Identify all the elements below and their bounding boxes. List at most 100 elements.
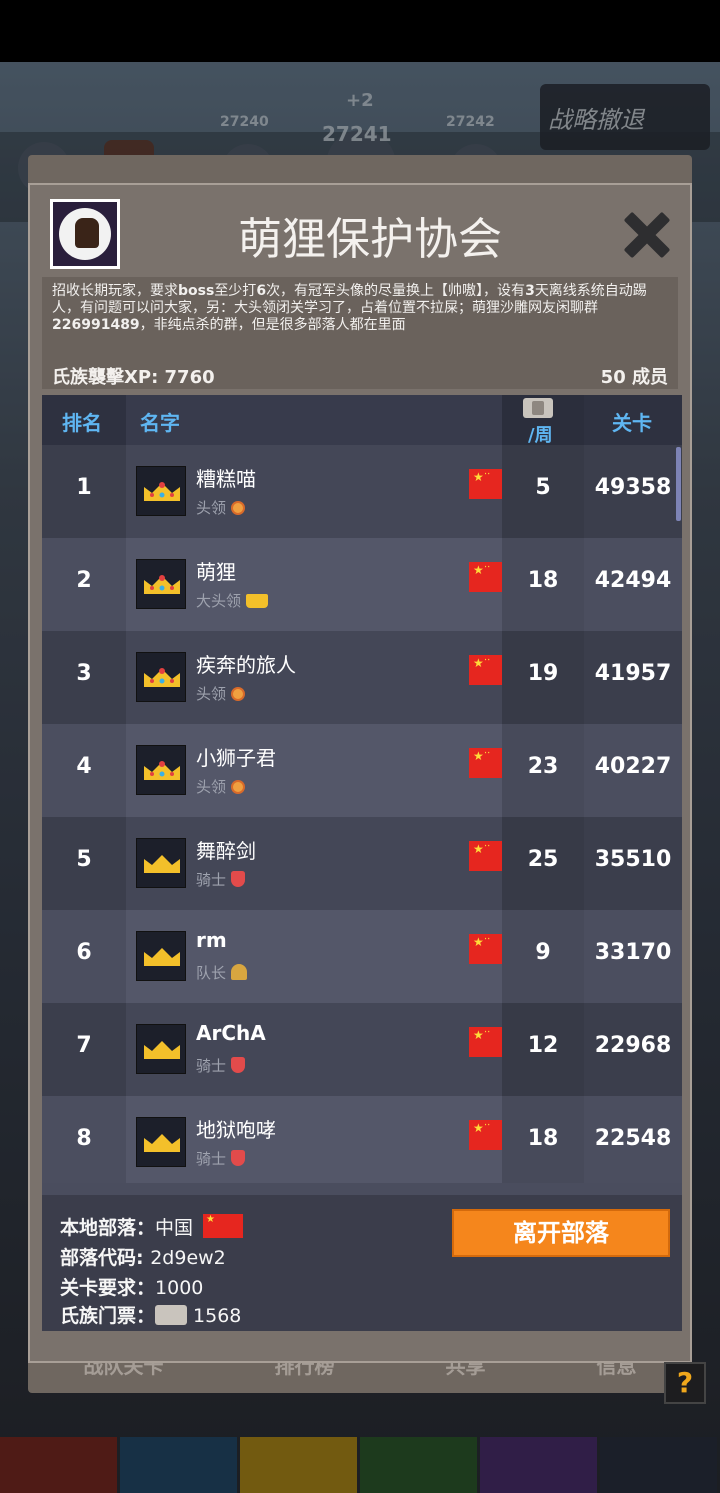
weekly-tickets: 9 (535, 940, 551, 965)
header-week[interactable]: /周 (528, 421, 553, 447)
role-badge-icon (246, 594, 269, 608)
clan-dialog: 萌狸保护协会 招收长期玩家，要求boss至少打6次，有冠军头像的尽量换上【帅嗷】… (28, 183, 692, 1363)
player-avatar (136, 466, 186, 516)
close-icon[interactable] (622, 209, 672, 259)
player-role: 头领 (196, 683, 246, 704)
weekly-tickets: 25 (527, 847, 559, 872)
role-badge-icon (231, 964, 248, 980)
player-avatar (136, 1024, 186, 1074)
ticket-label: 氏族门票： (60, 1305, 156, 1327)
ticket-value: 1568 (193, 1305, 242, 1327)
china-flag-icon (203, 1214, 244, 1238)
rank-number: 4 (76, 754, 92, 779)
header-level[interactable]: 关卡 (612, 407, 652, 436)
clan-xp: 氏族襲擊XP: 7760 (52, 367, 215, 388)
crown-icon (144, 948, 180, 966)
rank-number: 6 (76, 940, 92, 965)
table-row[interactable]: 5 舞醉剑 骑士 25 35510 (42, 817, 682, 910)
table-row[interactable]: 4 小狮子君 头领 23 40227 (42, 724, 682, 817)
table-row[interactable]: 3 疾奔的旅人 头领 19 41957 (42, 631, 682, 724)
region-value: 中国 (155, 1217, 194, 1239)
table-row[interactable]: 1 糟糕喵 头领 5 49358 (42, 445, 682, 538)
header-rank[interactable]: 排名 (62, 407, 102, 436)
player-level: 33170 (594, 940, 672, 965)
player-name: 萌狸 (196, 560, 236, 584)
table-scrollbar[interactable] (676, 447, 681, 521)
rank-number: 8 (76, 1126, 92, 1151)
player-role: 大头领 (196, 590, 269, 611)
player-name: 糟糕喵 (196, 467, 256, 491)
player-role: 骑士 (196, 1148, 246, 1169)
player-name: 地狱咆哮 (196, 1118, 276, 1142)
player-name: 舞醉剑 (196, 839, 256, 863)
player-role: 队长 (196, 962, 248, 983)
crown-icon (144, 668, 180, 687)
role-badge-icon (231, 501, 246, 515)
player-name: rm (196, 928, 227, 952)
ticket-icon (523, 398, 553, 418)
requirement-row: 关卡要求：1000 (60, 1273, 203, 1300)
rank-number: 5 (76, 847, 92, 872)
player-role: 头领 (196, 776, 246, 797)
clan-name: 萌狸保护协会 (238, 215, 502, 264)
crown-icon (144, 761, 180, 780)
help-button[interactable]: ? (664, 1362, 706, 1404)
leave-clan-button[interactable]: 离开部落 (452, 1209, 670, 1257)
code-row: 部落代码: 2d9ew2 (60, 1243, 226, 1270)
region-label: 本地部落： (60, 1217, 156, 1239)
dialog-header: 萌狸保护协会 (30, 185, 690, 275)
role-badge-icon (231, 1057, 246, 1073)
weekly-tickets: 23 (527, 754, 559, 779)
role-badge-icon (231, 1150, 246, 1166)
rank-number: 1 (76, 475, 92, 500)
player-avatar (136, 652, 186, 702)
weekly-tickets: 12 (527, 1033, 559, 1058)
role-badge-icon (231, 780, 246, 794)
crown-icon (144, 855, 180, 873)
role-badge-icon (231, 687, 246, 701)
code-value: 2d9ew2 (150, 1247, 226, 1269)
role-badge-icon (231, 871, 246, 887)
weekly-tickets: 5 (535, 475, 551, 500)
member-count: 50 成员 (600, 367, 668, 388)
player-role: 骑士 (196, 1055, 246, 1076)
player-avatar (136, 559, 186, 609)
rank-number: 3 (76, 661, 92, 686)
table-header: 排名 名字 /周 关卡 (42, 395, 682, 447)
player-name: 小狮子君 (196, 746, 276, 770)
player-avatar (136, 1117, 186, 1167)
weekly-tickets: 18 (527, 568, 559, 593)
table-row[interactable]: 6 rm 队长 9 33170 (42, 910, 682, 1003)
clan-footer: 本地部落：中国 部落代码: 2d9ew2 关卡要求：1000 氏族门票： 1568… (42, 1183, 682, 1331)
clan-description-box: 招收长期玩家，要求boss至少打6次，有冠军头像的尽量换上【帅嗷】，设有3天离线… (42, 277, 678, 389)
region-row: 本地部落：中国 (60, 1213, 244, 1240)
table-row[interactable]: 2 萌狸 大头领 18 42494 (42, 538, 682, 631)
player-role: 头领 (196, 497, 246, 518)
ticket-icon (155, 1305, 188, 1325)
crown-icon (144, 482, 180, 501)
weekly-tickets: 19 (527, 661, 559, 686)
player-role: 骑士 (196, 869, 246, 890)
table-row[interactable]: 8 地狱咆哮 骑士 18 22548 (42, 1096, 682, 1183)
requirement-value: 1000 (155, 1277, 204, 1299)
rank-number: 2 (76, 568, 92, 593)
header-name[interactable]: 名字 (140, 407, 180, 436)
ticket-row: 氏族门票： 1568 (60, 1301, 241, 1328)
player-level: 42494 (594, 568, 672, 593)
player-level: 49358 (594, 475, 672, 500)
player-level: 22968 (594, 1033, 672, 1058)
crown-icon (144, 575, 180, 594)
weekly-tickets: 18 (527, 1126, 559, 1151)
crown-icon (144, 1041, 180, 1059)
crown-icon (144, 1134, 180, 1152)
player-level: 22548 (594, 1126, 672, 1151)
player-level: 41957 (594, 661, 672, 686)
requirement-label: 关卡要求： (60, 1277, 156, 1299)
player-avatar (136, 931, 186, 981)
player-name: 疾奔的旅人 (196, 653, 296, 677)
table-row[interactable]: 7 ArChA 骑士 12 22968 (42, 1003, 682, 1096)
code-label: 部落代码: (60, 1247, 151, 1269)
player-avatar (136, 745, 186, 795)
member-table[interactable]: 排名 名字 /周 关卡 1 糟糕喵 头领 5 49358 2 萌狸 大头领 18… (42, 395, 682, 1183)
player-name: ArChA (196, 1021, 266, 1045)
